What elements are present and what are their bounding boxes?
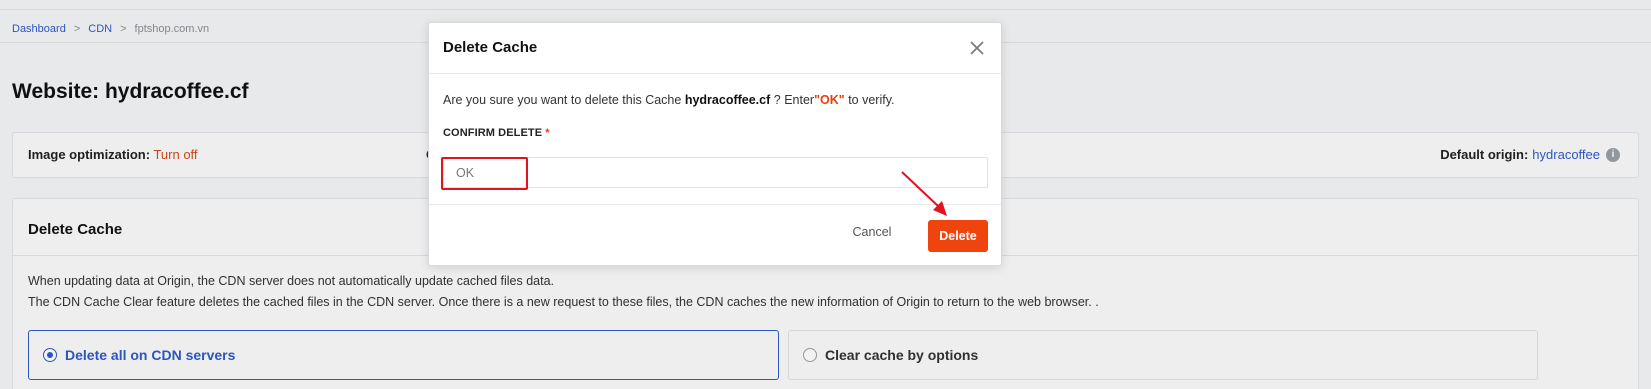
confirm-delete-label: CONFIRM DELETE * (443, 127, 550, 139)
confirm-delete-input[interactable] (443, 157, 988, 188)
modal-title: Delete Cache (443, 39, 538, 56)
msg-ok: OK (820, 93, 839, 107)
confirm-message: Are you sure you want to delete this Cac… (443, 93, 895, 107)
footer-divider (429, 204, 1001, 205)
msg-suffix: to verify. (848, 93, 895, 107)
close-icon[interactable] (967, 38, 987, 58)
cancel-button[interactable]: Cancel (847, 221, 897, 243)
delete-cache-modal: Delete Cache Are you sure you want to de… (428, 22, 1002, 266)
field-label-text: CONFIRM DELETE (443, 127, 543, 139)
msg-quote-close: " (838, 93, 845, 107)
msg-mid: ? Enter (773, 93, 815, 107)
modal-header: Delete Cache (429, 23, 1001, 74)
msg-prefix: Are you sure you want to delete this Cac… (443, 93, 682, 107)
required-mark: * (545, 127, 550, 139)
delete-button[interactable]: Delete (928, 220, 988, 252)
msg-cache-name: hydracoffee.cf (684, 93, 771, 107)
